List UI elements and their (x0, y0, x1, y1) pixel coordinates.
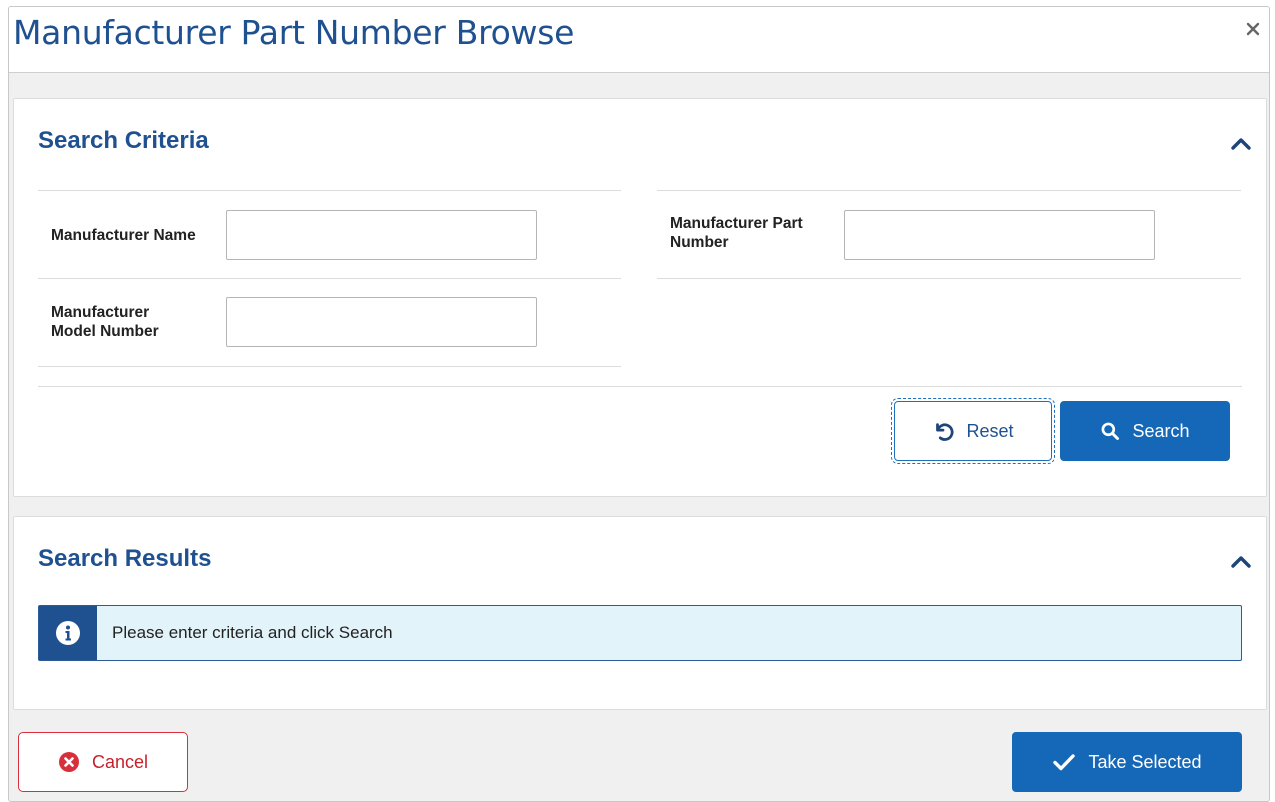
chevron-up-icon[interactable] (1230, 136, 1252, 150)
divider (657, 278, 1241, 279)
search-label: Search (1132, 420, 1190, 441)
manufacturer-name-label: Manufacturer Name (51, 227, 196, 244)
search-icon (1102, 422, 1120, 440)
label-line: Manufacturer (51, 304, 150, 321)
cancel-button[interactable]: Cancel (18, 732, 188, 792)
label-line: Number (670, 234, 729, 251)
chevron-up-icon[interactable] (1230, 554, 1252, 568)
search-results-title: Search Results (38, 545, 212, 572)
take-selected-button[interactable]: Take Selected (1012, 732, 1242, 792)
search-criteria-panel: Search Criteria Manufacturer Name Manufa… (13, 98, 1267, 497)
times-circle-icon (58, 752, 79, 772)
close-icon[interactable] (1245, 21, 1261, 37)
browse-modal: Manufacturer Part Number Browse Search C… (8, 6, 1270, 802)
divider (38, 278, 621, 279)
manufacturer-model-number-label: Manufacturer Model Number (51, 303, 159, 341)
label-line: Manufacturer Part (670, 215, 803, 232)
manufacturer-name-input[interactable] (226, 210, 537, 260)
alert-icon-box (39, 606, 97, 660)
search-button[interactable]: Search (1060, 401, 1230, 461)
reset-label: Reset (966, 420, 1014, 441)
manufacturer-model-number-input[interactable] (226, 297, 537, 347)
modal-header: Manufacturer Part Number Browse (9, 7, 1269, 73)
manufacturer-part-number-input[interactable] (844, 210, 1155, 260)
cancel-label: Cancel (91, 751, 149, 772)
divider (38, 190, 621, 191)
modal-title: Manufacturer Part Number Browse (13, 13, 575, 52)
take-selected-label: Take Selected (1088, 751, 1202, 772)
divider (38, 366, 621, 367)
check-icon (1053, 754, 1076, 771)
divider (38, 386, 1242, 387)
manufacturer-part-number-label: Manufacturer Part Number (670, 214, 803, 252)
reset-button[interactable]: Reset (891, 398, 1055, 464)
info-alert: Please enter criteria and click Search (38, 605, 1242, 661)
divider (657, 190, 1241, 191)
search-criteria-title: Search Criteria (38, 127, 209, 154)
search-results-panel: Search Results Please enter criteria and… (13, 516, 1267, 710)
label-line: Model Number (51, 323, 159, 340)
alert-message: Please enter criteria and click Search (112, 623, 393, 642)
info-icon (56, 621, 80, 645)
undo-icon (936, 423, 954, 441)
